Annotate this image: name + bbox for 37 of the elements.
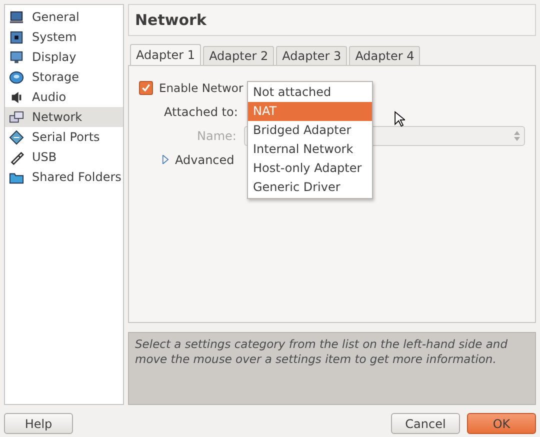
category-item[interactable]: Storage <box>5 67 123 87</box>
category-item[interactable]: Shared Folders <box>5 167 123 187</box>
category-item[interactable]: Display <box>5 47 123 67</box>
monitor-icon <box>9 10 24 24</box>
adapter-tab[interactable]: Adapter 3 <box>276 46 348 65</box>
category-item[interactable]: Audio <box>5 87 123 107</box>
cancel-button[interactable]: Cancel <box>391 413 460 434</box>
checkbox[interactable] <box>139 80 153 94</box>
help-button[interactable]: Help <box>4 413 73 434</box>
menu-item[interactable]: Host-only Adapter <box>248 159 372 178</box>
network-icon <box>9 110 24 124</box>
spinner-icon <box>514 130 520 140</box>
ok-button[interactable]: OK <box>467 413 536 434</box>
chip-icon <box>9 30 24 44</box>
advanced-label[interactable]: Advanced <box>175 152 234 166</box>
disk-icon <box>9 70 24 84</box>
category-item[interactable]: System <box>5 27 123 47</box>
description-text: Select a settings category from the list on the left-hand side and move the mouse over a settings item to get more information. <box>135 337 508 366</box>
menu-item[interactable]: Internal Network <box>248 140 372 159</box>
adapter-tab[interactable]: Adapter 1 <box>130 44 202 66</box>
enable-adapter-label: Enable Networ <box>159 80 244 94</box>
menu-item[interactable]: Bridged Adapter <box>248 121 372 140</box>
category-item[interactable]: USB <box>5 147 123 167</box>
mouse-pointer-icon <box>394 111 405 127</box>
expander-icon[interactable] <box>162 155 169 164</box>
attached-to-label: Attached to: <box>164 104 238 118</box>
page-title: Network <box>135 11 206 29</box>
category-item[interactable]: General <box>5 7 123 27</box>
menu-item[interactable]: Generic Driver <box>248 178 372 197</box>
adapter-tab[interactable]: Adapter 2 <box>203 46 274 65</box>
adapter-tab[interactable]: Adapter 4 <box>349 46 420 65</box>
speaker-icon <box>9 90 24 104</box>
category-item[interactable]: Serial Ports <box>5 127 123 147</box>
name-label: Name: <box>197 128 236 142</box>
category-item[interactable]: Network <box>5 107 123 127</box>
menu-item[interactable]: Not attached <box>248 83 372 102</box>
monitor-icon <box>9 50 24 64</box>
